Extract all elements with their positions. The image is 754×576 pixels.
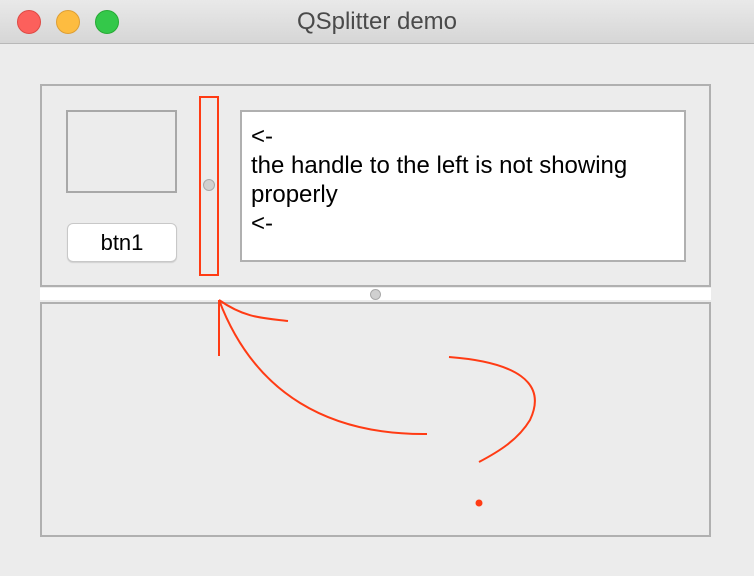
title-bar: QSplitter demo: [0, 0, 754, 44]
text-line: <-: [251, 123, 274, 150]
text-line: <-: [251, 210, 274, 237]
empty-frame: [66, 110, 177, 193]
text-area[interactable]: <- the handle to the left is not showing…: [240, 110, 686, 262]
bottom-splitter-pane: [40, 302, 711, 537]
horizontal-splitter-handle[interactable]: [370, 289, 381, 300]
vertical-splitter-handle[interactable]: [203, 179, 215, 191]
window-title: QSplitter demo: [296, 8, 458, 35]
text-line: properly: [251, 181, 338, 208]
text-line: the handle to the left is not showing: [251, 152, 628, 179]
btn1-button[interactable]: btn1: [67, 223, 177, 262]
